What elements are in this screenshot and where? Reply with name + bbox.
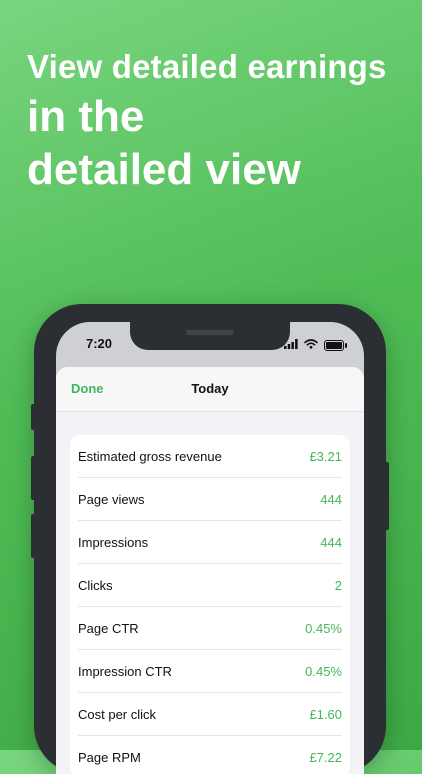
headline-line-3: detailed view [27,145,301,194]
power-button [385,462,389,530]
metric-row: Page RPM £7.22 [78,736,342,774]
headline-line-2: in the [27,92,145,141]
volume-down-button [31,514,35,558]
volume-up-button [31,456,35,500]
metric-row: Cost per click £1.60 [78,693,342,736]
nav-title: Today [191,381,229,396]
metric-value: £7.22 [309,749,342,765]
metric-value: £3.21 [309,448,342,464]
metrics-list: Estimated gross revenue £3.21 Page views… [70,435,350,774]
battery-icon [324,339,347,351]
wifi-icon [304,336,318,354]
metric-value: 2 [334,577,342,593]
speaker [186,330,234,335]
metric-row: Page CTR 0.45% [78,607,342,650]
metric-value: 444 [320,534,342,550]
status-icons [284,336,347,354]
metric-row: Estimated gross revenue £3.21 [78,435,342,478]
metric-label: Page RPM [78,749,141,765]
metric-value: £1.60 [309,706,342,722]
phone-screen: 7:20 Done Today Estimated gross revenue … [56,322,364,774]
nav-bar: Done Today [56,367,364,412]
metric-value: 0.45% [305,663,342,679]
metric-label: Clicks [78,577,113,593]
metric-label: Estimated gross revenue [78,448,222,464]
phone-frame: 7:20 Done Today Estimated gross revenue … [31,304,389,774]
metric-row: Page views 444 [78,478,342,521]
metric-label: Page views [78,491,145,507]
notch [130,322,290,350]
metric-row: Impressions 444 [78,521,342,564]
mute-switch [31,404,35,430]
metric-label: Page CTR [78,620,139,636]
metric-row: Impression CTR 0.45% [78,650,342,693]
metric-label: Cost per click [78,706,157,722]
metric-value: 444 [320,491,342,507]
signal-icon [284,336,298,354]
detail-sheet: Done Today Estimated gross revenue £3.21… [56,367,364,774]
headline-line-1: View detailed earnings [27,48,387,85]
metric-label: Impressions [78,534,149,550]
metric-label: Impression CTR [78,663,172,679]
metric-row: Clicks 2 [78,564,342,607]
promo-headline: View detailed earnings in the detailed v… [27,44,387,196]
status-time: 7:20 [86,336,113,351]
metric-value: 0.45% [305,620,342,636]
